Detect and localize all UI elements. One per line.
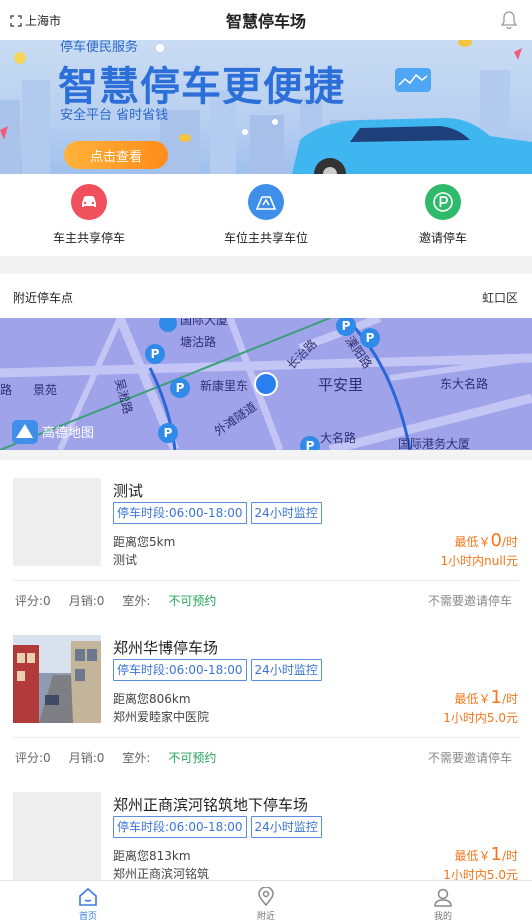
quick-action-label: 车主共享停车 (52, 231, 125, 245)
parking-space-icon (248, 184, 284, 220)
map-canvas: 国际大厦 塘沽路 新康里东 平安里 东大名路 大名路 景苑 国际港务大厦 路 长… (0, 318, 532, 450)
lot-price: 最低￥1/时 (454, 687, 518, 708)
lot-stats: 评分:0 月销:0 室外: 不可预约 (15, 592, 252, 609)
lot-name: 测试 (113, 482, 144, 500)
divider (13, 580, 519, 581)
home-icon (79, 887, 97, 906)
lot-outdoor: 室外: 不可预约 (122, 751, 217, 765)
lot-address: 测试 (113, 553, 138, 567)
svg-text:P: P (306, 439, 315, 450)
lot-stats: 评分:0 月销:0 室外: 不可预约 (15, 749, 252, 766)
map-label: 大名路 (320, 430, 356, 445)
lot-tag: 24小时监控 (250, 502, 322, 524)
bell-icon[interactable] (500, 10, 518, 30)
lot-rating: 评分:0 (15, 751, 51, 765)
list-item[interactable]: 测试 停车时段:06:00-18:00 24小时监控 距离您5km 测试 最低￥… (0, 460, 532, 617)
svg-text:P: P (151, 347, 160, 361)
quick-actions: 车主共享停车 车位主共享车位 邀请停车 (0, 174, 532, 256)
lot-tags: 停车时段:06:00-18:00 24小时监控 (113, 816, 326, 838)
lot-price: 最低￥1/时 (454, 844, 518, 865)
tab-home[interactable]: 首页 (58, 887, 118, 922)
lot-tag: 24小时监控 (250, 816, 322, 838)
app-screen: 上海市 智慧停车场 停车便民服务 智慧停车更便捷 安全平台 省时省钱 点击查看 … (0, 0, 532, 924)
map-label: 国际港务大厦 (398, 436, 470, 450)
parking-lot-list: 测试 停车时段:06:00-18:00 24小时监控 距离您5km 测试 最低￥… (0, 460, 532, 890)
lot-distance: 距离您5km (113, 535, 176, 549)
quick-action-space-share[interactable]: 车位主共享车位 (201, 184, 331, 246)
map-label: 东大名路 (440, 376, 488, 391)
parking-p-icon (425, 184, 461, 220)
map-label: 国际大厦 (180, 318, 228, 327)
lot-tag: 停车时段:06:00-18:00 (113, 816, 247, 838)
map-label: 塘沽路 (180, 334, 216, 349)
lot-name: 郑州正商滨河铭筑地下停车场 (113, 796, 309, 814)
list-item[interactable]: 郑州正商滨河铭筑地下停车场 停车时段:06:00-18:00 24小时监控 距离… (0, 774, 532, 890)
lot-tag: 停车时段:06:00-18:00 (113, 502, 247, 524)
lot-outdoor: 室外: 不可预约 (122, 594, 217, 608)
top-bar: 上海市 智慧停车场 (0, 0, 532, 40)
nearby-title: 附近停车点 (13, 291, 74, 305)
location-icon (258, 887, 274, 907)
lot-distance: 距离您806km (113, 692, 191, 706)
nearby-header: 附近停车点 虹口区 (0, 274, 532, 318)
svg-text:P: P (176, 381, 185, 395)
svg-text:P: P (366, 331, 375, 345)
lot-tag: 24小时监控 (250, 659, 322, 681)
divider (13, 737, 519, 738)
tab-nearby[interactable]: 附近 (236, 887, 296, 922)
lot-photo (13, 635, 101, 723)
lot-sales: 月销:0 (68, 751, 105, 765)
city-label: 上海市 (25, 14, 62, 28)
lot-name: 郑州华博停车场 (113, 639, 219, 657)
promo-banner[interactable]: 停车便民服务 智慧停车更便捷 安全平台 省时省钱 点击查看 (0, 40, 532, 174)
lot-address: 郑州爱睦家中医院 (113, 710, 210, 724)
lot-tags: 停车时段:06:00-18:00 24小时监控 (113, 502, 326, 524)
list-item[interactable]: 郑州华博停车场 停车时段:06:00-18:00 24小时监控 距离您806km… (0, 617, 532, 774)
district-selector[interactable]: 虹口区 (482, 289, 518, 306)
svg-text:P: P (342, 319, 351, 333)
page-title: 智慧停车场 (225, 12, 306, 31)
scan-icon (10, 14, 22, 27)
map-label: 景苑 (33, 383, 57, 397)
map-provider-logo: 高德地图 (42, 425, 94, 441)
lot-invite-status: 不需要邀请停车 (427, 594, 512, 608)
map-label: 路 (0, 382, 12, 397)
quick-action-label: 邀请停车 (418, 231, 467, 245)
lot-thumbnail (13, 792, 101, 880)
map-label: 平安里 (318, 376, 363, 394)
tab-label: 附近 (256, 912, 275, 922)
lot-tags: 停车时段:06:00-18:00 24小时监控 (113, 659, 326, 681)
banner-tagline: 安全平台 省时省钱 (60, 108, 169, 123)
svg-text:P: P (164, 426, 173, 440)
lot-invite-status: 不需要邀请停车 (427, 751, 512, 765)
quick-action-invite[interactable]: 邀请停车 (378, 184, 508, 246)
banner-view-button[interactable]: 点击查看 (64, 141, 168, 169)
nearby-map[interactable]: 国际大厦 塘沽路 新康里东 平安里 东大名路 大名路 景苑 国际港务大厦 路 长… (0, 318, 532, 450)
car-icon (71, 184, 107, 220)
tab-label: 我的 (433, 912, 452, 922)
quick-action-label: 车位主共享车位 (223, 231, 308, 245)
tab-mine[interactable]: 我的 (413, 887, 473, 922)
tab-label: 首页 (78, 912, 97, 922)
map-label: 新康里东 (200, 378, 248, 393)
lot-thumbnail (13, 478, 101, 566)
lot-sales: 月销:0 (68, 594, 105, 608)
lot-distance: 距离您813km (113, 849, 191, 863)
quick-action-owner-share[interactable]: 车主共享停车 (24, 184, 154, 246)
lot-price-note: 1小时内null元 (440, 554, 518, 568)
bottom-tab-bar: 首页 附近 我的 (0, 880, 532, 924)
lot-rating: 评分:0 (15, 594, 51, 608)
banner-subtitle: 停车便民服务 (60, 40, 139, 55)
lot-price-note: 1小时内5.0元 (443, 711, 518, 725)
lot-tag: 停车时段:06:00-18:00 (113, 659, 247, 681)
user-icon (434, 888, 452, 907)
city-selector[interactable]: 上海市 (10, 12, 61, 29)
lot-price: 最低￥0/时 (454, 530, 518, 551)
